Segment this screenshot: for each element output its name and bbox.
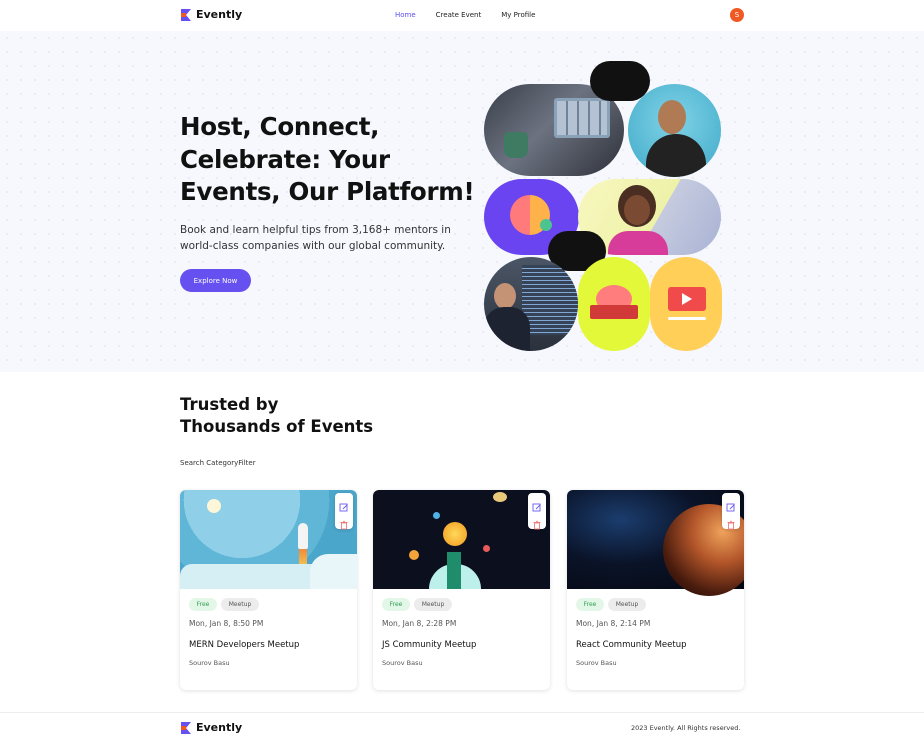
event-card[interactable]: Free Meetup Mon, Jan 8, 2:28 PM JS Commu… bbox=[373, 490, 550, 690]
delete-icon[interactable] bbox=[339, 515, 349, 530]
delete-icon[interactable] bbox=[726, 515, 736, 530]
hero-collage: 😍 😋 bbox=[480, 61, 730, 351]
rocket-illustration bbox=[180, 490, 357, 589]
search-category-filter[interactable]: Search CategoryFilter bbox=[180, 459, 256, 467]
logo-icon bbox=[181, 721, 191, 734]
nav-create-event[interactable]: Create Event bbox=[436, 11, 482, 19]
hero-title: Host, Connect, Celebrate: Your Events, O… bbox=[180, 111, 480, 209]
planet-space-photo bbox=[567, 490, 744, 596]
mug bbox=[504, 132, 528, 158]
sun-shape bbox=[443, 522, 467, 546]
hero-title-line: Celebrate: Your bbox=[180, 144, 390, 174]
hero-title-line: Events, Our Platform! bbox=[180, 177, 475, 206]
heart-eyes-emoji-icon: 😍 bbox=[610, 69, 629, 90]
avatar[interactable]: S bbox=[730, 8, 744, 22]
event-date: Mon, Jan 8, 8:50 PM bbox=[189, 619, 264, 628]
card-actions bbox=[528, 493, 546, 530]
hero-subtitle-line: world-class companies with our global co… bbox=[180, 240, 446, 252]
event-organizer: Sourov Basu bbox=[189, 659, 230, 667]
section-title: Trusted by Thousands of Events bbox=[180, 394, 373, 438]
price-badge: Free bbox=[189, 598, 217, 611]
nav-home[interactable]: Home bbox=[395, 11, 416, 19]
edit-icon[interactable] bbox=[339, 498, 349, 512]
nav-my-profile[interactable]: My Profile bbox=[501, 11, 535, 19]
hero-subtitle-line: Book and learn helpful tips from 3,168+ … bbox=[180, 224, 451, 236]
section-title-line: Thousands of Events bbox=[180, 417, 374, 436]
event-title[interactable]: JS Community Meetup bbox=[382, 640, 476, 650]
hero-subtitle: Book and learn helpful tips from 3,168+ … bbox=[180, 222, 465, 254]
logo-icon bbox=[181, 8, 191, 21]
card-actions bbox=[335, 493, 353, 530]
delete-icon[interactable] bbox=[532, 515, 542, 530]
video-play-illustration bbox=[650, 257, 722, 351]
hero-section: Host, Connect, Celebrate: Your Events, O… bbox=[0, 31, 924, 372]
event-organizer: Sourov Basu bbox=[576, 659, 617, 667]
category-badge: Meetup bbox=[608, 598, 646, 611]
price-badge: Free bbox=[576, 598, 604, 611]
footer-brand-logo[interactable]: Evently bbox=[180, 721, 242, 734]
hero-title-line: Host, Connect, bbox=[180, 112, 380, 141]
event-organizer: Sourov Basu bbox=[382, 659, 423, 667]
laptop-screen bbox=[554, 98, 610, 138]
explore-now-button[interactable]: Explore Now bbox=[180, 269, 251, 292]
event-date: Mon, Jan 8, 2:14 PM bbox=[576, 619, 651, 628]
rocket-shape bbox=[298, 523, 308, 549]
brand-name: Evently bbox=[196, 8, 243, 21]
category-badge: Meetup bbox=[221, 598, 259, 611]
yum-emoji-icon: 😋 bbox=[568, 240, 586, 260]
top-nav: Evently Home Create Event My Profile S bbox=[0, 0, 924, 31]
event-card[interactable]: Free Meetup Mon, Jan 8, 2:14 PM React Co… bbox=[567, 490, 744, 690]
solar-system-illustration bbox=[373, 490, 550, 589]
main-nav: Home Create Event My Profile bbox=[395, 11, 535, 19]
presenter-photo bbox=[484, 257, 578, 351]
section-title-line: Trusted by bbox=[180, 395, 279, 414]
speech-bubble: 😍 bbox=[590, 61, 650, 101]
event-date: Mon, Jan 8, 2:28 PM bbox=[382, 619, 457, 628]
copyright-text: 2023 Evently. All Rights reserved. bbox=[631, 724, 741, 732]
footer-divider bbox=[0, 712, 924, 713]
edit-icon[interactable] bbox=[726, 498, 736, 512]
moon-shape bbox=[207, 499, 221, 513]
card-actions bbox=[722, 493, 740, 530]
event-title[interactable]: MERN Developers Meetup bbox=[189, 640, 299, 650]
category-badge: Meetup bbox=[414, 598, 452, 611]
brain-book-illustration bbox=[578, 257, 650, 351]
event-card[interactable]: Free Meetup Mon, Jan 8, 8:50 PM MERN Dev… bbox=[180, 490, 357, 690]
footer-brand-name: Evently bbox=[196, 721, 243, 734]
price-badge: Free bbox=[382, 598, 410, 611]
play-icon bbox=[682, 293, 692, 305]
brand-logo[interactable]: Evently bbox=[180, 8, 242, 21]
event-title[interactable]: React Community Meetup bbox=[576, 640, 686, 650]
edit-icon[interactable] bbox=[532, 498, 542, 512]
man-smiling-photo bbox=[628, 84, 721, 177]
